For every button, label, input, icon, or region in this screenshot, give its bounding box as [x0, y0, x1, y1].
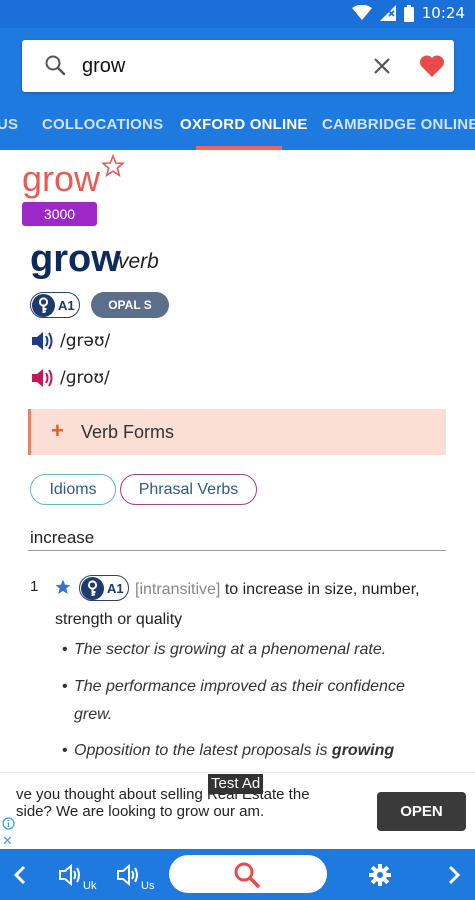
search-button[interactable] — [169, 855, 327, 893]
pronunciation-uk[interactable]: /grəʊ/ — [30, 330, 110, 352]
tab-us[interactable]: US — [0, 116, 18, 133]
search-icon — [234, 862, 260, 888]
divider — [28, 550, 446, 551]
bottom-toolbar: Uk Us — [0, 849, 475, 900]
example-sentence: • Opposition to the latest proposals is g… — [62, 742, 395, 759]
ad-text: ve you thought about selling Real Estate… — [16, 786, 310, 820]
idioms-link[interactable]: Idioms — [30, 474, 116, 505]
tab-oxford-online[interactable]: OXFORD ONLINE — [180, 116, 308, 133]
grammar-label: [intransitive] — [135, 581, 221, 598]
headword: grow — [30, 238, 121, 280]
opal-badge: OPAL S — [91, 292, 169, 318]
verb-forms-toggle[interactable]: + Verb Forms — [28, 409, 446, 455]
speaker-uk-label: Uk — [83, 880, 97, 892]
signal-icon — [379, 5, 396, 21]
ad-close-icon[interactable]: ✕ — [2, 833, 13, 849]
info-icon[interactable] — [2, 817, 15, 830]
tab-cambridge-online[interactable]: CAMBRIDGE ONLINE — [322, 116, 475, 133]
part-of-speech: verb — [118, 250, 159, 273]
speaker-icon — [117, 863, 138, 886]
plus-icon: + — [51, 418, 64, 443]
definition-text: to increase in size, number, strength or… — [55, 581, 420, 628]
headword-title: grow — [22, 158, 101, 199]
gear-icon[interactable] — [368, 863, 392, 887]
sense-number: 1 — [30, 578, 39, 595]
forward-chevron-icon[interactable] — [446, 864, 462, 886]
speaker-uk-icon[interactable] — [30, 330, 56, 352]
back-chevron-icon[interactable] — [12, 864, 28, 886]
level-badge: A1 — [30, 292, 80, 318]
battery-icon — [403, 4, 414, 22]
sense-shortcut-heading: increase — [30, 528, 95, 547]
example-sentence: • The performance improved as their confi… — [62, 678, 405, 723]
verb-forms-label: Verb Forms — [81, 422, 175, 442]
tab-collocations[interactable]: COLLOCATIONS — [42, 116, 163, 133]
app-bar: US COLLOCATIONS OXFORD ONLINE CAMBRIDGE … — [0, 28, 475, 150]
speaker-us-icon[interactable] — [30, 367, 56, 389]
status-bar: 10:24 — [0, 0, 475, 28]
ad-open-button[interactable]: OPEN — [377, 792, 466, 831]
example-sentence: • The sector is growing at a phenomenal r… — [62, 641, 387, 658]
phrasal-verbs-link[interactable]: Phrasal Verbs — [120, 474, 257, 505]
speaker-icon — [59, 863, 80, 886]
close-icon[interactable] — [372, 56, 392, 76]
pronunciation-us-text: /ɡroʊ/ — [60, 368, 110, 388]
favorite-star-icon[interactable] — [101, 154, 125, 178]
status-time: 10:24 — [421, 4, 465, 22]
forward-button[interactable] — [446, 849, 462, 900]
pronunciation-us[interactable]: /ɡroʊ/ — [30, 367, 110, 389]
search-box[interactable] — [22, 40, 454, 92]
wifi-icon — [351, 5, 372, 20]
level-label: A1 — [58, 297, 75, 313]
search-icon[interactable] — [44, 54, 66, 76]
key-icon — [32, 293, 55, 317]
speaker-uk-button[interactable]: Uk — [58, 849, 96, 900]
search-input[interactable] — [82, 52, 362, 80]
entry-content[interactable]: grow 3000 grow verb A1 OPAL S /grəʊ/ /ɡr… — [0, 150, 475, 772]
ad-banner[interactable]: ve you thought about selling Real Estate… — [0, 772, 475, 849]
ad-label: Test Ad — [208, 774, 264, 794]
tab-bar: US COLLOCATIONS OXFORD ONLINE CAMBRIDGE … — [0, 112, 475, 150]
frequency-badge: 3000 — [22, 202, 97, 226]
heart-icon[interactable] — [419, 54, 445, 78]
sense-definition: [intransitive] to increase in size, numb… — [55, 575, 445, 635]
speaker-us-button[interactable]: Us — [116, 849, 154, 900]
speaker-us-label: Us — [141, 880, 155, 892]
back-button[interactable] — [12, 849, 28, 900]
settings-button[interactable] — [368, 849, 392, 900]
pronunciation-uk-text: /grəʊ/ — [60, 331, 111, 351]
